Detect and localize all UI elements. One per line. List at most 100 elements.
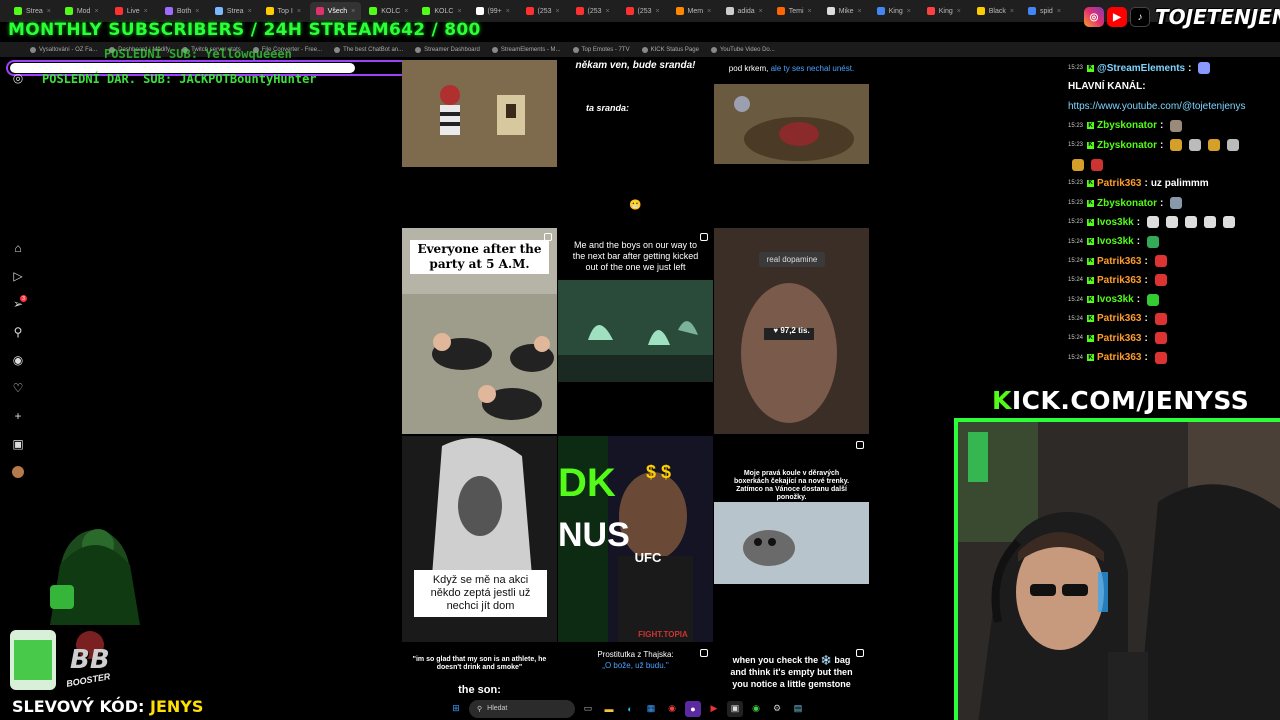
close-tab-icon[interactable]: × <box>707 8 711 15</box>
create-icon[interactable]: + <box>8 406 28 426</box>
browser-tab[interactable]: Temi × <box>771 2 819 20</box>
browser-tab[interactable]: (253 × <box>620 2 668 20</box>
chat-username[interactable]: Ivos3kk <box>1097 294 1134 305</box>
streamer-app-icon[interactable]: ▣ <box>727 700 743 717</box>
reel-tile[interactable]: pod krkem, ale ty ses nechal unést. <box>714 60 869 226</box>
reel-tile[interactable]: Moje pravá koule v děravých boxerkách če… <box>714 436 869 642</box>
reel-tile[interactable] <box>402 60 557 226</box>
close-tab-icon[interactable]: × <box>248 8 252 15</box>
close-tab-icon[interactable]: × <box>907 8 911 15</box>
close-tab-icon[interactable]: × <box>957 8 961 15</box>
chrome-icon[interactable]: ◉ <box>748 701 764 717</box>
reel-tile[interactable]: when you check the ❄️ bag and think it's… <box>714 644 869 700</box>
bookmark-item[interactable]: Top Emotes - 7TV <box>572 46 630 53</box>
browser-tab[interactable]: KOLC × <box>363 2 414 20</box>
close-tab-icon[interactable]: × <box>1057 8 1061 15</box>
close-tab-icon[interactable]: × <box>656 8 660 15</box>
reel-tile[interactable]: Me and the boys on our way to the next b… <box>558 228 713 434</box>
close-tab-icon[interactable]: × <box>808 8 812 15</box>
close-tab-icon[interactable]: × <box>506 8 510 15</box>
chat-username[interactable]: @StreamElements <box>1097 63 1185 74</box>
close-tab-icon[interactable]: × <box>858 8 862 15</box>
reel-tile[interactable]: Prostitutka z Thajska: „O bože, už budu.… <box>558 644 713 700</box>
chat-username[interactable]: Zbyskonator <box>1097 120 1157 131</box>
messages-icon[interactable]: ➢ 3 <box>8 294 28 314</box>
notepad-icon[interactable]: ▤ <box>790 701 806 717</box>
reel-likes: ♥ 97,2 tis. <box>714 326 869 335</box>
close-tab-icon[interactable]: × <box>351 8 355 15</box>
browser-tab[interactable]: spid × <box>1022 2 1070 20</box>
reel-caption: Everyone after the party at 5 A.M. <box>410 240 549 274</box>
browser-tab[interactable]: Mem × <box>670 2 718 20</box>
browser-tab[interactable]: (253 × <box>570 2 618 20</box>
close-tab-icon[interactable]: × <box>297 8 301 15</box>
reel-tile[interactable]: někam ven, bude sranda! ta sranda: 😬 <box>558 60 713 226</box>
file-explorer-icon[interactable]: ▬ <box>601 701 617 717</box>
bookmark-item[interactable]: KICK Status Page <box>641 46 699 53</box>
bookmark-item[interactable]: StreamElements - M... <box>491 46 561 53</box>
browser-tab[interactable]: Top I × <box>260 2 308 20</box>
settings-icon[interactable]: ⚙ <box>769 701 785 717</box>
browser-tab[interactable]: (99+ × <box>470 2 518 20</box>
browser-tab[interactable]: adida × <box>720 2 769 20</box>
close-tab-icon[interactable]: × <box>759 8 763 15</box>
chat-username[interactable]: Patrik363 <box>1097 178 1141 189</box>
close-tab-icon[interactable]: × <box>94 8 98 15</box>
browser-tab[interactable]: Mod × <box>59 2 107 20</box>
browser-tab[interactable]: Both × <box>159 2 207 20</box>
close-tab-icon[interactable]: × <box>404 8 408 15</box>
bookmark-item[interactable]: The best ChatBot an... <box>334 46 403 53</box>
close-tab-icon[interactable]: × <box>144 8 148 15</box>
browser-tab[interactable]: Strea × <box>8 2 57 20</box>
browser-tab[interactable]: Live × <box>109 2 157 20</box>
browser-tab[interactable]: Strea × <box>209 2 258 20</box>
reel-tile[interactable]: "im so glad that my son is an athlete, h… <box>402 644 557 700</box>
home-icon[interactable]: ⌂ <box>8 238 28 258</box>
close-tab-icon[interactable]: × <box>457 8 461 15</box>
notifications-icon[interactable]: ♡ <box>8 378 28 398</box>
close-tab-icon[interactable]: × <box>47 8 51 15</box>
windows-start-icon[interactable]: ⊞ <box>448 701 464 717</box>
reels-icon[interactable]: ▷ <box>8 266 28 286</box>
browser-tab[interactable]: Mike × <box>821 2 869 20</box>
close-tab-icon[interactable]: × <box>556 8 560 15</box>
store-icon[interactable]: ▦ <box>643 701 659 717</box>
reel-tile[interactable]: Everyone after the party at 5 A.M. <box>402 228 557 434</box>
chat-username[interactable]: Patrik363 <box>1097 275 1141 286</box>
chat-username[interactable]: Patrik363 <box>1097 256 1141 267</box>
browser-tab[interactable]: Black × <box>971 2 1020 20</box>
browser-tab[interactable]: King × <box>871 2 919 20</box>
task-view-icon[interactable]: ▭ <box>580 701 596 717</box>
reel-tile[interactable]: real dopamine ♥ 97,2 tis. <box>714 228 869 434</box>
search-icon[interactable]: ⚲ <box>8 322 28 342</box>
chat-username[interactable]: Zbyskonator <box>1097 198 1157 209</box>
bookmark-item[interactable]: Streamer Dashboard <box>415 46 480 53</box>
profile-avatar[interactable] <box>8 462 28 482</box>
chat-username[interactable]: Patrik363 <box>1097 313 1141 324</box>
chat-username[interactable]: Patrik363 <box>1097 352 1141 363</box>
app-icon[interactable]: ▶ <box>706 701 722 717</box>
chrome-icon[interactable]: ◉ <box>664 701 680 717</box>
bookmark-item[interactable]: Vysaltování - OZ Fa... <box>30 46 97 53</box>
obs-icon[interactable]: ● <box>685 700 701 717</box>
reel-tile[interactable]: DK NUS $ $ UFC FIGHT.TOPIA <box>558 436 713 642</box>
browser-tab[interactable]: (253 × <box>520 2 568 20</box>
close-tab-icon[interactable]: × <box>1010 8 1014 15</box>
bookmark-item[interactable]: YouTube Video Do... <box>710 46 775 53</box>
close-tab-icon[interactable]: × <box>195 8 199 15</box>
chat-username[interactable]: Patrik363 <box>1097 333 1141 344</box>
browser-tab[interactable]: King × <box>921 2 969 20</box>
instagram-icon[interactable]: ◎ <box>8 68 28 88</box>
browser-tab[interactable]: KOLC × <box>416 2 467 20</box>
dashboard-icon[interactable]: ▣ <box>8 434 28 454</box>
reel-tile[interactable]: Když se mě na akci někdo zeptá jestli už… <box>402 436 557 642</box>
chat-username[interactable]: Ivos3kk <box>1097 217 1134 228</box>
explore-icon[interactable]: ◉ <box>8 350 28 370</box>
browser-tab[interactable]: Všech × <box>309 2 362 20</box>
chat-username[interactable]: Ivos3kk <box>1097 236 1134 247</box>
edge-icon[interactable]: ◐ <box>622 701 638 717</box>
close-tab-icon[interactable]: × <box>606 8 610 15</box>
chat-link[interactable]: https://www.youtube.com/@tojetenjenys <box>1068 101 1245 112</box>
chat-username[interactable]: Zbyskonator <box>1097 140 1157 151</box>
taskbar-search[interactable]: ⚲ Hledat <box>469 699 575 718</box>
